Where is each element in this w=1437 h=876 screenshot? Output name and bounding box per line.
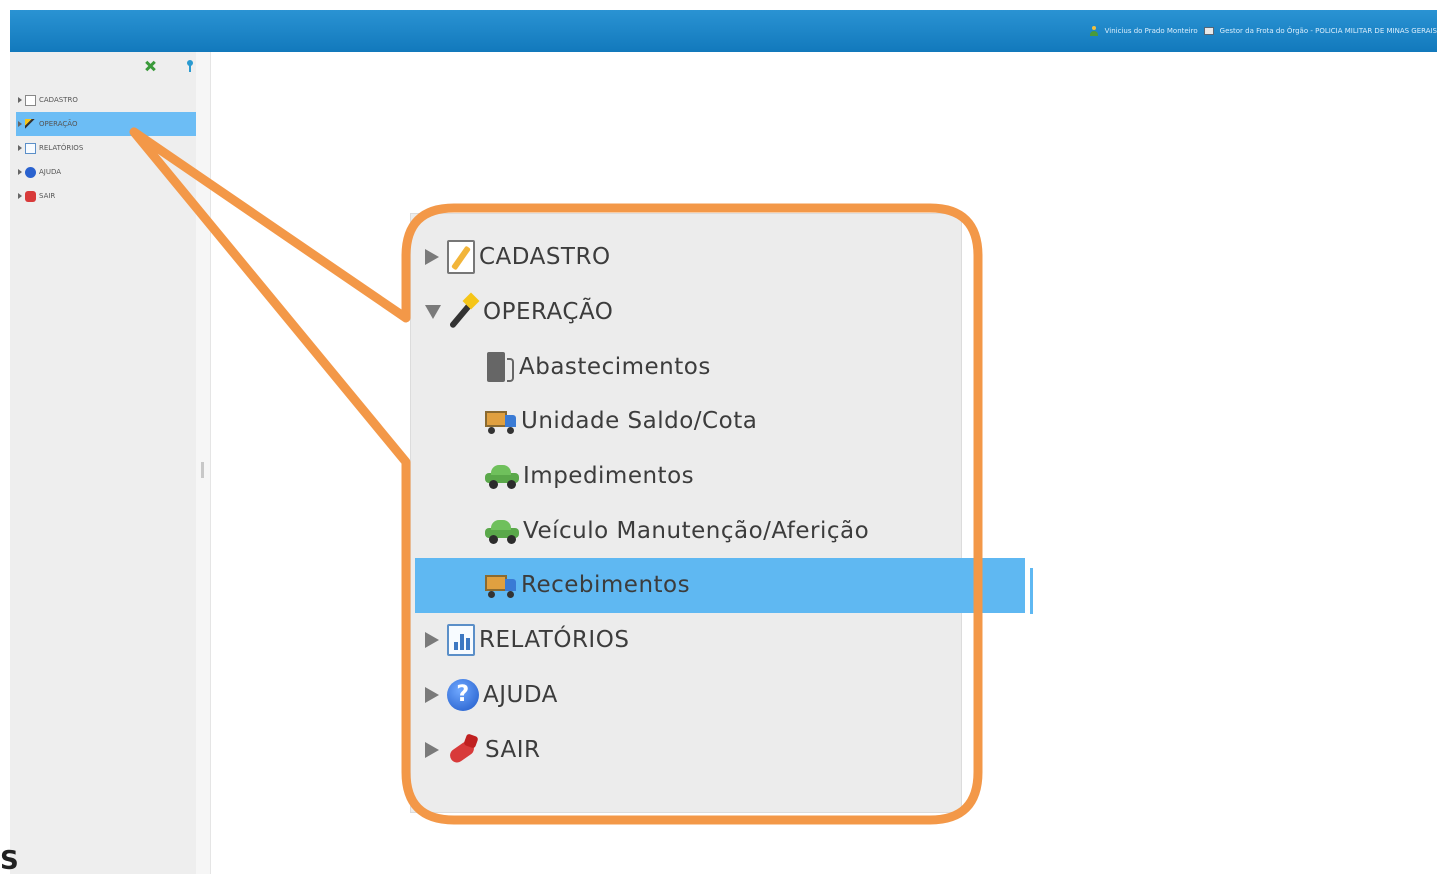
menu-item-unidade-saldo-cota[interactable]: Unidade Saldo/Cota (411, 394, 963, 449)
menu-item-label: Impedimentos (523, 463, 695, 490)
menu-item-label: SAIR (485, 736, 541, 763)
menu-item-cadastro[interactable]: CADASTRO (411, 230, 963, 285)
expanded-arrow-icon[interactable] (425, 305, 441, 320)
tree-item-label: CADASTRO (39, 96, 78, 104)
exit-icon (25, 190, 36, 202)
menu-item-label: Recebimentos (521, 572, 691, 599)
menu-item-recebimentos[interactable]: Recebimentos (415, 558, 1033, 615)
user-name: Vinicius do Prado Monteiro (1104, 27, 1198, 35)
top-bar: Vinicius do Prado Monteiro Gestor da Fro… (10, 10, 1437, 52)
user-info: Vinicius do Prado Monteiro Gestor da Fro… (1089, 24, 1437, 38)
expand-arrow-icon[interactable] (18, 193, 22, 199)
menu-item-label: Abastecimentos (519, 353, 711, 380)
menu-item-relatorios[interactable]: RELATÓRIOS (411, 613, 963, 668)
truck-icon (485, 571, 517, 599)
report-chart-icon (447, 624, 475, 657)
tree-item-cadastro[interactable]: CADASTRO (16, 88, 196, 112)
side-navigation-panel: CADASTRO OPERAÇÃO RELATÓRIOS AJUDA SAIR (10, 52, 197, 874)
pin-icon[interactable] (186, 60, 194, 72)
car-icon (485, 463, 519, 490)
truck-icon (485, 407, 517, 435)
collapsed-arrow-icon[interactable] (425, 632, 439, 649)
expand-arrow-icon[interactable] (18, 169, 22, 175)
scrollbar-indicator[interactable] (1030, 568, 1033, 615)
tree-item-operacao[interactable]: OPERAÇÃO (16, 112, 196, 136)
report-chart-icon (25, 142, 36, 154)
help-icon (25, 166, 36, 178)
tree-item-label: AJUDA (39, 168, 62, 176)
magic-wand-icon (447, 295, 479, 329)
profile-card-icon (1203, 27, 1214, 35)
menu-item-label: OPERAÇÃO (483, 299, 614, 326)
edit-document-icon (447, 240, 475, 275)
exit-icon (447, 733, 481, 767)
user-profile: Gestor da Frota do Órgão - POLICIA MILIT… (1219, 27, 1437, 35)
collapsed-arrow-icon[interactable] (425, 249, 439, 266)
menu-tree: CADASTRO OPERAÇÃO RELATÓRIOS AJUDA SAIR (16, 88, 196, 208)
collapsed-arrow-icon[interactable] (425, 741, 439, 758)
panel-splitter[interactable] (196, 52, 211, 874)
zoomed-menu-panel: CADASTRO OPERAÇÃO Abastecimentos Unidade… (410, 213, 1033, 813)
menu-item-abastecimentos[interactable]: Abastecimentos (411, 339, 963, 394)
menu-item-label: CADASTRO (479, 244, 611, 271)
menu-item-label: Unidade Saldo/Cota (521, 408, 758, 435)
menu-item-operacao[interactable]: OPERAÇÃO (411, 285, 963, 340)
edit-document-icon (25, 94, 36, 106)
collapsed-arrow-icon[interactable] (425, 686, 439, 703)
menu-item-label: RELATÓRIOS (479, 627, 630, 654)
footer-fragment: S (0, 846, 19, 876)
tree-item-label: OPERAÇÃO (39, 120, 78, 128)
tree-item-relatorios[interactable]: RELATÓRIOS (16, 136, 196, 160)
expand-arrow-icon[interactable] (18, 121, 22, 127)
side-tools (144, 60, 194, 72)
car-icon (485, 518, 519, 544)
menu-item-label: AJUDA (483, 681, 558, 708)
help-icon: ? (447, 678, 479, 711)
fuel-pump-icon (485, 350, 515, 384)
menu-item-sair[interactable]: SAIR (411, 722, 963, 777)
expand-arrow-icon[interactable] (18, 97, 22, 103)
menu-item-impedimentos[interactable]: Impedimentos (411, 449, 963, 504)
menu-item-veiculo-manutencao[interactable]: Veículo Manutenção/Aferição (411, 503, 963, 558)
user-icon (1089, 26, 1099, 36)
splitter-grip[interactable] (201, 462, 204, 478)
tree-item-label: RELATÓRIOS (39, 144, 84, 152)
magic-wand-icon (25, 118, 36, 130)
tree-item-label: SAIR (39, 192, 56, 200)
menu-item-ajuda[interactable]: ? AJUDA (411, 668, 963, 723)
menu-item-label: Veículo Manutenção/Aferição (523, 517, 870, 544)
expand-arrow-icon[interactable] (18, 145, 22, 151)
expand-all-icon[interactable] (144, 60, 156, 72)
tree-item-sair[interactable]: SAIR (16, 184, 196, 208)
tree-item-ajuda[interactable]: AJUDA (16, 160, 196, 184)
